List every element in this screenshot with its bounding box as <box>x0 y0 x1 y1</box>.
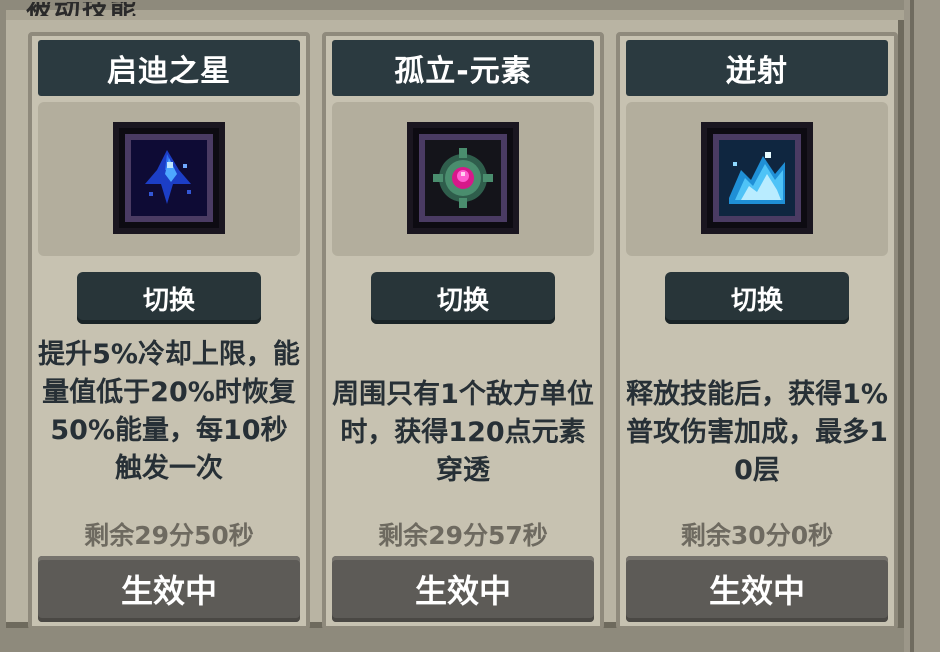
buff-description: 提升5%冷却上限，能量值低于20%时恢复50%能量，每10秒触发一次 <box>38 339 300 484</box>
panel-top-edge <box>6 10 904 20</box>
status-active-button[interactable]: 生效中 <box>38 556 300 622</box>
buff-icon-box <box>332 102 594 256</box>
buff-card-title: 孤立-元素 <box>332 40 594 96</box>
green-pink-element-orb-icon <box>407 122 519 234</box>
buff-panel: 被动技能 启迪之星 切换 提升5%冷却上限，能量值低于20%时恢复50%能量，每… <box>6 2 904 630</box>
buff-card-1: 启迪之星 切换 提升5%冷却上限，能量值低于20%时恢复50%能量，每10秒触发… <box>28 32 310 630</box>
game-window: 被动技能 启迪之星 切换 提升5%冷却上限，能量值低于20%时恢复50%能量，每… <box>0 0 940 652</box>
switch-button[interactable]: 切换 <box>665 272 849 324</box>
buff-remaining-time: 剩余29分57秒 <box>378 521 548 550</box>
switch-button[interactable]: 切换 <box>77 272 261 324</box>
buff-card-title: 迸射 <box>626 40 888 96</box>
status-active-button[interactable]: 生效中 <box>332 556 594 622</box>
buff-icon-box <box>38 102 300 256</box>
blue-crystal-star-icon <box>113 122 225 234</box>
buff-card-title: 启迪之星 <box>38 40 300 96</box>
switch-button[interactable]: 切换 <box>371 272 555 324</box>
buff-description: 释放技能后，获得1%普攻伤害加成，最多10层 <box>626 379 888 486</box>
buff-card-3: 迸射 切换 释放技能后，获得1%普攻伤害加成，最多10层 剩余30分0秒 生效中 <box>616 32 898 630</box>
buff-remaining-time: 剩余30分0秒 <box>680 521 834 550</box>
status-active-button[interactable]: 生效中 <box>626 556 888 622</box>
panel-title: 被动技能 <box>26 0 139 16</box>
scrollbar-rail[interactable] <box>904 0 940 652</box>
ice-burst-icon <box>701 122 813 234</box>
buff-card-2: 孤立-元素 切换 周围只有1个敌方单位时，获得120点元素穿透 剩余29分57秒… <box>322 32 604 630</box>
buff-remaining-time: 剩余29分50秒 <box>84 521 254 550</box>
buff-icon-box <box>626 102 888 256</box>
buff-description: 周围只有1个敌方单位时，获得120点元素穿透 <box>332 379 594 486</box>
